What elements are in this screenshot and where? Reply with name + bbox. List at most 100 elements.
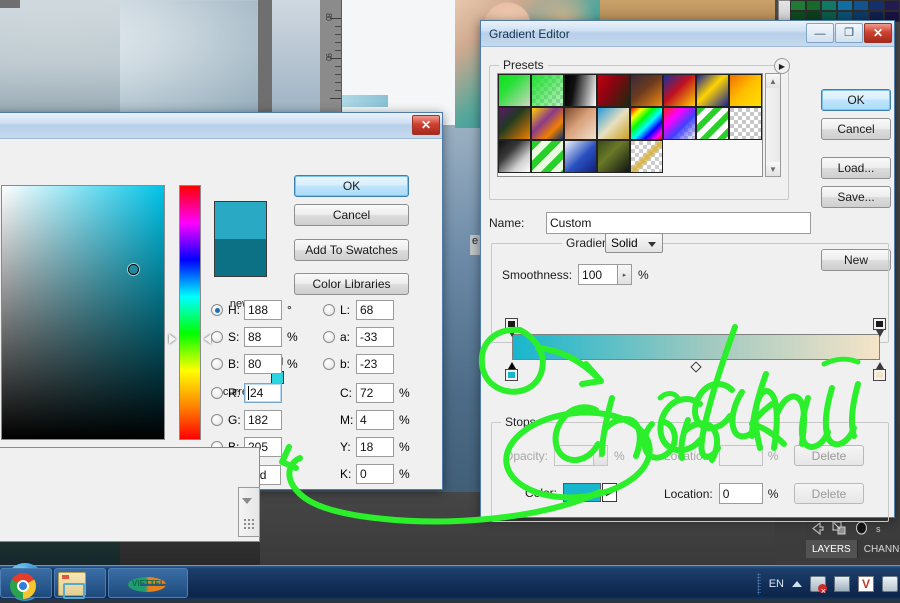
ok-button[interactable]: OK (294, 175, 409, 197)
show-hidden-icons-icon[interactable] (792, 581, 802, 587)
sv-cursor-ring[interactable] (128, 264, 139, 275)
hue-slider-left-arrow[interactable] (169, 334, 176, 344)
gradient-preview-bar[interactable] (512, 334, 880, 360)
network-icon[interactable] (834, 576, 850, 592)
smoothness-spinner[interactable]: ▸ (618, 264, 632, 285)
red-input[interactable]: 24 (244, 383, 282, 403)
hue-radio[interactable] (211, 304, 223, 316)
color-stop-start[interactable] (505, 362, 518, 381)
brightness-input[interactable]: 80 (244, 354, 282, 374)
black-row[interactable]: K: 0 % (340, 463, 410, 485)
cancel-button[interactable]: Cancel (821, 118, 891, 140)
viettel-icon[interactable]: VIETTEL (128, 574, 166, 594)
color-picker-window-controls[interactable]: ✕ (412, 115, 440, 135)
saturation-brightness-field[interactable] (1, 185, 165, 440)
opacity-delete-button[interactable]: Delete (794, 445, 864, 466)
cancel-button[interactable]: Cancel (294, 204, 409, 226)
preset-spectrum[interactable] (630, 107, 663, 140)
language-indicator[interactable]: EN (769, 578, 784, 590)
swatch[interactable] (821, 0, 837, 11)
swatch[interactable] (884, 0, 900, 11)
close-button[interactable]: ✕ (864, 23, 892, 43)
color-stop-swatch[interactable] (563, 483, 601, 502)
magenta-row[interactable]: M: 4 % (340, 409, 410, 431)
add-to-swatches-button[interactable]: Add To Swatches (294, 239, 409, 261)
clock-icon[interactable] (882, 576, 898, 592)
preset-blue-red-yellow[interactable] (663, 74, 696, 107)
ok-button[interactable]: OK (821, 89, 891, 111)
swatch[interactable] (790, 0, 806, 11)
window-controls[interactable]: — ❐ ✕ (806, 23, 892, 43)
tab-layers[interactable]: LAYERS (806, 540, 858, 558)
preset-blue-yellow-blue[interactable] (696, 74, 729, 107)
gradient-editor-dialog[interactable]: Gradient Editor — ❐ ✕ Presets ▶ ▲ ▼ OK (480, 20, 895, 518)
minimize-button[interactable]: — (806, 23, 834, 43)
yellow-input[interactable]: 18 (356, 437, 394, 457)
b-axis-row[interactable]: b: -23 (323, 353, 394, 375)
gradient-editor-titlebar[interactable]: Gradient Editor — ❐ ✕ (481, 21, 894, 47)
hue-slider-right-arrow[interactable] (204, 334, 211, 344)
close-button[interactable]: ✕ (412, 115, 440, 135)
yellow-row[interactable]: Y: 18 % (340, 436, 410, 458)
chrome-icon[interactable] (10, 573, 36, 599)
hue-slider[interactable] (179, 185, 201, 440)
folder-icon[interactable] (58, 572, 86, 596)
swatch[interactable] (869, 0, 885, 11)
magenta-input[interactable]: 4 (356, 410, 394, 430)
preset-yellow-violet-orange-blue[interactable] (531, 107, 564, 140)
preset-green-transparent[interactable] (531, 74, 564, 107)
preset-red-black[interactable] (597, 74, 630, 107)
preset-green-white-stripes[interactable] (531, 140, 564, 173)
a-axis-radio[interactable] (323, 331, 335, 343)
color-stop-end[interactable] (873, 362, 886, 381)
green-radio[interactable] (211, 414, 223, 426)
lightness-radio[interactable] (323, 304, 335, 316)
b-axis-radio[interactable] (323, 358, 335, 370)
opacity-stop-end[interactable] (873, 318, 886, 337)
presets-menu-icon[interactable]: ▶ (774, 58, 790, 74)
system-tray[interactable]: EN V (757, 566, 898, 601)
preset-orange-yellow[interactable] (729, 74, 762, 107)
saturation-row[interactable]: S: 88 % (211, 326, 298, 348)
color-libraries-button[interactable]: Color Libraries (294, 273, 409, 295)
mask-ellipse-icon[interactable] (854, 521, 869, 536)
opacity-spinner[interactable]: ▸ (594, 445, 608, 466)
red-radio[interactable] (211, 387, 223, 399)
action-center-icon[interactable] (810, 576, 826, 592)
smoothness-input[interactable]: 100 (578, 264, 618, 285)
save-button[interactable]: Save... (821, 186, 891, 208)
scroll-down-icon[interactable]: ▼ (766, 162, 780, 176)
b-axis-input[interactable]: -23 (356, 354, 394, 374)
tab-channels[interactable]: CHANN (858, 540, 900, 558)
gradient-type-select[interactable]: Solid (605, 233, 663, 253)
preset-black-white[interactable] (564, 74, 597, 107)
preset-olive-black[interactable] (597, 140, 630, 173)
windows-taskbar[interactable]: VIETTEL EN V (0, 565, 900, 600)
a-axis-row[interactable]: a: -33 (323, 326, 394, 348)
saturation-radio[interactable] (211, 331, 223, 343)
gradient-name-input[interactable]: Custom (546, 212, 811, 234)
back-arrow-icon[interactable] (810, 521, 825, 536)
opacity-stop-start[interactable] (505, 318, 518, 337)
lightness-input[interactable]: 68 (356, 300, 394, 320)
current-color-swatch[interactable] (215, 239, 266, 276)
load-button[interactable]: Load... (821, 157, 891, 179)
preset-green-stripes[interactable] (696, 107, 729, 140)
preset-green-white[interactable] (498, 74, 531, 107)
scroll-up-icon[interactable]: ▲ (766, 74, 780, 88)
swatches-panel[interactable] (790, 0, 900, 22)
brightness-row[interactable]: B: 80 % (211, 353, 298, 375)
transform-icon[interactable] (832, 521, 847, 536)
scroll-down-icon[interactable] (242, 498, 252, 504)
layers-panel-tabs[interactable]: LAYERSCHANN (806, 540, 900, 558)
preset-copper[interactable] (564, 107, 597, 140)
preset-transparent-rainbow[interactable] (663, 107, 696, 140)
brightness-radio[interactable] (211, 358, 223, 370)
opacity-location-input[interactable] (719, 445, 763, 466)
preset-blue-white[interactable] (564, 140, 597, 173)
panel-scrollbar[interactable] (238, 487, 260, 537)
preset-transparent-stripes[interactable] (729, 107, 762, 140)
presets-grid[interactable] (497, 73, 763, 177)
cyan-input[interactable]: 72 (356, 383, 394, 403)
opacity-input[interactable] (554, 445, 594, 466)
